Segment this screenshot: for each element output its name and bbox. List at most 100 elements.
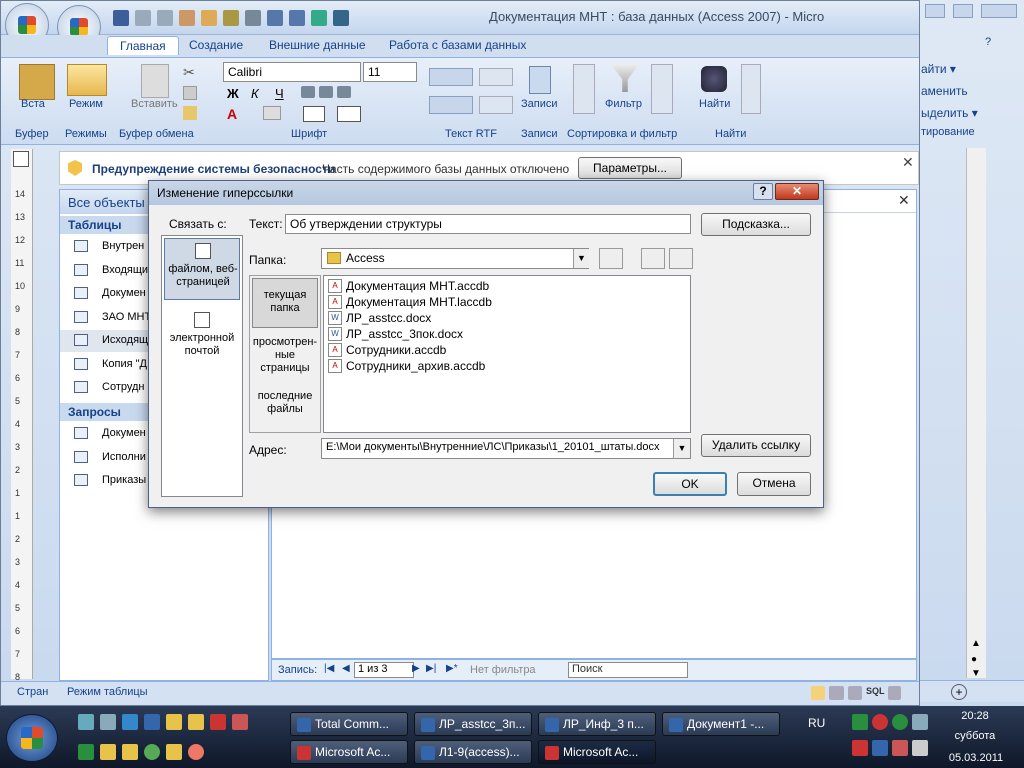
paste-icon[interactable] — [19, 64, 55, 100]
browse-file-icon[interactable] — [669, 248, 693, 269]
align-left-icon[interactable] — [301, 86, 315, 98]
switch-windows-icon[interactable] — [100, 714, 116, 730]
scroll-circle-icon[interactable]: ● — [971, 654, 977, 665]
design-view-icon[interactable] — [888, 686, 901, 700]
font-name-select[interactable]: Calibri — [223, 62, 361, 82]
tab-browsed-pages[interactable]: просмотрен-ные страницы — [252, 332, 318, 376]
close-icon[interactable]: ✕ — [775, 183, 819, 200]
clock-day[interactable]: суббота — [952, 730, 998, 742]
file-list-item[interactable]: W ЛР_asstcc.docx — [328, 310, 686, 326]
font-size-select[interactable]: 11 — [363, 62, 417, 82]
tab-recent-files[interactable]: последние файлы — [252, 390, 318, 424]
ruler-tab-icon[interactable] — [13, 151, 29, 167]
undo-icon[interactable] — [135, 10, 151, 26]
clock-date[interactable]: 05.03.2011 — [946, 752, 1006, 764]
folder-icon[interactable] — [166, 714, 182, 730]
chevron-down-icon[interactable]: ▼ — [573, 249, 589, 268]
scroll-up-icon[interactable]: ▼ — [971, 668, 981, 679]
tray-icon-h[interactable] — [852, 714, 868, 730]
minimize-icon[interactable] — [925, 4, 945, 18]
tray-icon-app[interactable] — [892, 714, 908, 730]
taskbar-button[interactable]: ЛР_asstcc_3п... — [414, 712, 532, 736]
file-list-item[interactable]: A Документация МНТ.accdb — [328, 278, 686, 294]
chevron-down-icon[interactable]: ▼ — [673, 439, 690, 458]
clipboard-icon[interactable] — [141, 64, 169, 98]
browse-web-icon[interactable] — [641, 248, 665, 269]
pivot-table-icon[interactable] — [829, 686, 844, 700]
up-folder-icon[interactable] — [599, 248, 623, 269]
scroll-down-icon[interactable]: ▲ — [971, 638, 981, 649]
language-indicator[interactable]: RU — [808, 716, 825, 730]
list-icon[interactable] — [429, 96, 473, 114]
taskbar-button[interactable]: Microsoft Ac... — [290, 740, 408, 764]
folder-icon[interactable] — [122, 744, 138, 760]
tab-create[interactable]: Создание — [189, 38, 243, 52]
volume-icon[interactable] — [912, 740, 928, 756]
pivot-chart-icon[interactable] — [847, 686, 862, 700]
link-option-email[interactable]: электронной почтой — [164, 308, 240, 370]
screentip-button[interactable]: Подсказка... — [701, 213, 811, 236]
close-icon[interactable]: ✕ — [898, 192, 910, 209]
maximize-icon[interactable] — [953, 4, 973, 18]
cut-icon[interactable]: ✂ — [183, 64, 195, 81]
help-icon[interactable]: ? — [753, 183, 773, 200]
back-ribbon-label-2[interactable]: аменить — [921, 84, 968, 98]
file-list-item[interactable]: A Сотрудники.accdb — [328, 342, 686, 358]
current-record-field[interactable]: 1 из 3 — [354, 662, 414, 678]
align-center-icon[interactable] — [319, 86, 333, 98]
app-icon[interactable] — [144, 744, 160, 760]
cancel-button[interactable]: Отмена — [737, 472, 811, 496]
binoculars-icon[interactable] — [701, 66, 727, 92]
filter-options-icon[interactable] — [651, 64, 673, 114]
taskbar-button[interactable]: ЛР_Инф_3 п... — [538, 712, 656, 736]
ie-icon[interactable] — [122, 714, 138, 730]
alt-fill-icon[interactable] — [337, 106, 361, 122]
format-painter-icon[interactable] — [183, 106, 197, 120]
bold-button[interactable]: Ж — [227, 86, 239, 101]
last-record-icon[interactable]: ▶| — [426, 663, 436, 674]
close-icon[interactable] — [981, 4, 1017, 18]
align-right-icon[interactable] — [337, 86, 351, 98]
records-icon[interactable] — [529, 66, 551, 94]
word-icon[interactable] — [144, 714, 160, 730]
network-icon[interactable] — [912, 714, 928, 730]
font-color-icon[interactable]: A — [227, 106, 237, 122]
folder-icon[interactable] — [188, 714, 204, 730]
security-options-button[interactable]: Параметры... — [578, 157, 682, 179]
replace-goto-icon[interactable] — [741, 64, 761, 114]
button-filtr[interactable]: Фильтр — [605, 98, 642, 110]
highlight-icon[interactable] — [479, 96, 513, 114]
tray-icon-stop[interactable] — [872, 714, 888, 730]
back-ribbon-label-1[interactable]: айти ▾ — [921, 62, 956, 76]
rtl-icon[interactable] — [479, 68, 513, 86]
copy-icon[interactable] — [183, 86, 197, 100]
prev-record-icon[interactable]: ◀ — [342, 663, 350, 674]
tab-database-tools[interactable]: Работа с базами данных — [389, 38, 526, 52]
filter-funnel-icon[interactable] — [611, 64, 639, 92]
button-vstavit[interactable]: Вставить — [131, 98, 178, 110]
file-list-item[interactable]: W ЛР_asstcc_3пок.docx — [328, 326, 686, 342]
remove-link-button[interactable]: Удалить ссылку — [701, 434, 811, 457]
gridlines-icon[interactable] — [303, 106, 325, 122]
relations-icon[interactable] — [311, 10, 327, 26]
pencil-icon[interactable] — [201, 10, 217, 26]
tab-external-data[interactable]: Внешние данные — [269, 38, 366, 52]
next-record-icon[interactable]: ▶ — [412, 663, 420, 674]
save-icon[interactable] — [113, 10, 129, 26]
picture-icon[interactable] — [223, 10, 239, 26]
help-icon[interactable]: ? — [977, 34, 999, 52]
tab-current-folder[interactable]: текущая папка — [252, 278, 318, 328]
access-icon[interactable] — [210, 714, 226, 730]
italic-button[interactable]: К — [251, 86, 259, 101]
firefox-icon[interactable] — [188, 744, 204, 760]
folder-icon[interactable] — [166, 744, 182, 760]
table-icon[interactable] — [289, 10, 305, 26]
sql-view-button[interactable]: SQL — [866, 686, 885, 702]
address-input[interactable]: E:\Мои документы\Внутренние\ЛС\Приказы\1… — [321, 438, 691, 459]
query-icon[interactable] — [333, 10, 349, 26]
back-ribbon-label-3[interactable]: ыделить ▾ — [921, 106, 978, 120]
taskbar-button[interactable]: Total Comm... — [290, 712, 408, 736]
filter-icon[interactable] — [245, 10, 261, 26]
edit-icon[interactable] — [179, 10, 195, 26]
no-filter-button[interactable]: Нет фильтра — [470, 664, 536, 676]
